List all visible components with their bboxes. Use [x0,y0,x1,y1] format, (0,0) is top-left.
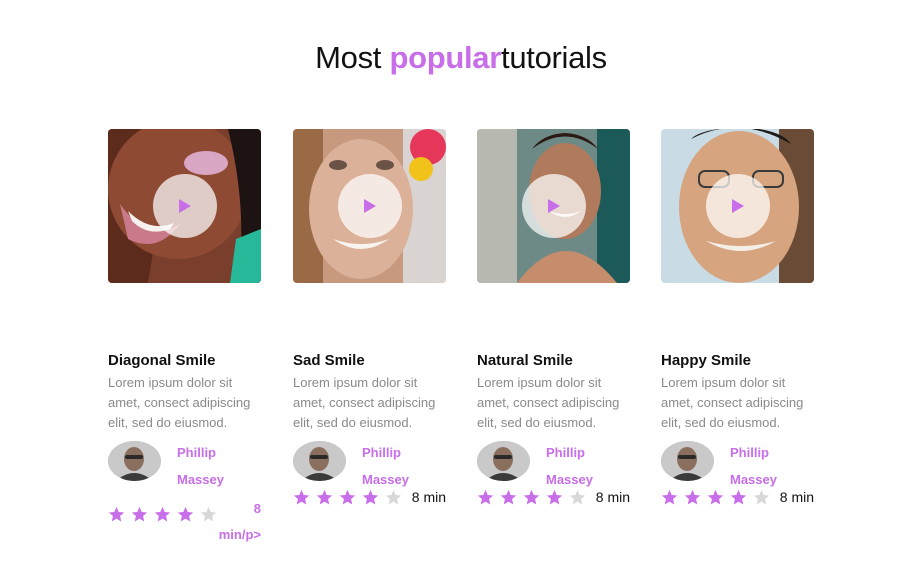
tutorial-thumbnail[interactable] [293,129,446,283]
tutorial-title[interactable]: Natural Smile [477,352,573,369]
avatar [477,441,530,481]
author: Phillip Massey [108,439,261,487]
author-name[interactable]: Phillip Massey [546,439,626,493]
star-icon [108,506,125,522]
play-button[interactable] [152,174,217,238]
duration: 8 min/p> [218,501,261,542]
star-icon [177,506,194,522]
tutorial-meta: 8 min [477,489,630,509]
star-icon [569,489,586,505]
tutorial-card[interactable]: Natural Smile Lorem ipsum dolor sit amet… [477,129,630,505]
avatar [293,441,346,481]
title-suffix: tutorials [501,40,607,75]
star-icon [707,489,724,505]
author: Phillip Massey [293,439,446,487]
duration: 8 min [779,489,814,505]
tutorial-card[interactable]: Sad Smile Lorem ipsum dolor sit amet, co… [293,129,446,505]
duration: 8 min [595,489,630,505]
tutorial-title[interactable]: Diagonal Smile [108,352,216,369]
star-icon [362,489,379,505]
tutorial-description: Lorem ipsum dolor sit amet, consect adip… [661,375,804,430]
author-first-name: Phillip [362,445,401,460]
tutorial-card[interactable]: Diagonal Smile Lorem ipsum dolor sit ame… [108,129,261,542]
author-name[interactable]: Phillip Massey [177,439,257,493]
play-button[interactable] [337,174,402,238]
tutorial-description: Lorem ipsum dolor sit amet, consect adip… [293,375,436,430]
play-button[interactable] [705,174,770,238]
author: Phillip Massey [661,439,814,487]
tutorial-title[interactable]: Happy Smile [661,352,751,369]
play-button[interactable] [521,174,586,238]
tutorial-meta: 8 min [293,489,446,509]
page-title: Most populartutorials [0,40,922,76]
star-icon [523,489,540,505]
author-first-name: Phillip [730,445,769,460]
title-accent: popular [389,40,501,75]
author-first-name: Phillip [177,445,216,460]
star-icon [154,506,171,522]
tutorial-card[interactable]: Happy Smile Lorem ipsum dolor sit amet, … [661,129,814,505]
play-icon [547,199,560,213]
tutorial-description: Lorem ipsum dolor sit amet, consect adip… [108,375,251,430]
star-icon [385,489,402,505]
star-icon [661,489,678,505]
star-icon [546,489,563,505]
tutorial-description: Lorem ipsum dolor sit amet, consect adip… [477,375,620,430]
star-icon [339,489,356,505]
duration: 8 min [411,489,446,505]
author: Phillip Massey [477,439,630,487]
tutorial-meta: 8 min/p> [108,501,261,542]
author-first-name: Phillip [546,445,585,460]
star-rating [108,506,217,523]
tutorial-thumbnail[interactable] [108,129,261,283]
tutorial-thumbnail[interactable] [477,129,630,283]
tutorial-thumbnail[interactable] [661,129,814,283]
star-rating [477,489,586,506]
star-rating [661,489,770,506]
play-icon [731,199,744,213]
star-icon [316,489,333,505]
title-prefix: Most [315,40,390,75]
author-last-name: Massey [177,472,224,487]
star-icon [684,489,701,505]
star-icon [730,489,747,505]
star-rating [293,489,402,506]
star-icon [500,489,517,505]
star-icon [293,489,310,505]
star-icon [131,506,148,522]
tutorial-meta: 8 min [661,489,814,509]
author-name[interactable]: Phillip Massey [730,439,810,493]
avatar [661,441,714,481]
author-name[interactable]: Phillip Massey [362,439,442,493]
play-icon [178,199,191,213]
play-icon [363,199,376,213]
tutorial-title[interactable]: Sad Smile [293,352,365,369]
star-icon [477,489,494,505]
avatar [108,441,161,481]
star-icon [753,489,770,505]
